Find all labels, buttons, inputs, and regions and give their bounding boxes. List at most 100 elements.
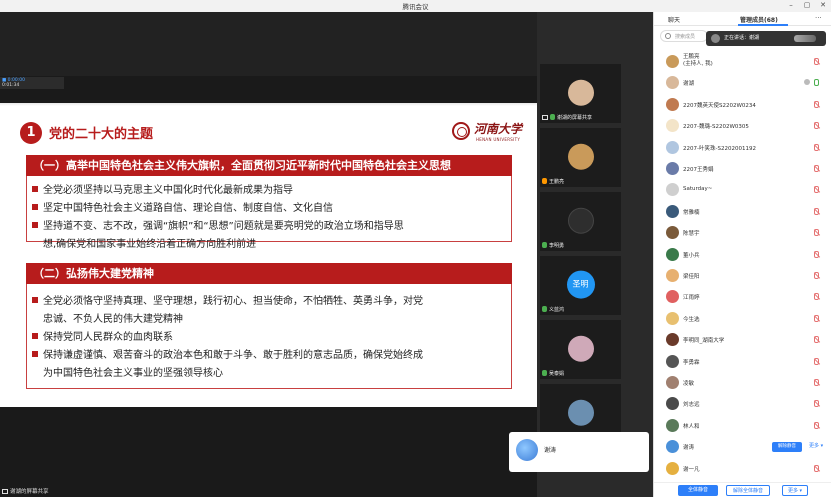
university-logo: 河南大学 HENAN UNIVERSITY (452, 119, 522, 147)
tab-chat[interactable]: 聊天 (668, 15, 680, 24)
mic-muted-icon[interactable] (814, 421, 819, 429)
participant-row[interactable]: 谢涛 解除静音 更多 ▾ (654, 437, 831, 457)
search-icon (665, 33, 671, 39)
bullet-square-icon (32, 222, 38, 228)
unmute-participant-button[interactable]: 解除静音 (772, 442, 802, 453)
participant-row[interactable]: 王鹏亮 (主持人, 我) (654, 52, 831, 72)
participant-name: 刘志远 (683, 402, 700, 409)
mic-muted-icon[interactable] (814, 464, 819, 472)
mic-muted-icon[interactable] (814, 186, 819, 194)
participant-row[interactable]: 陈慧宇 (654, 223, 831, 243)
mic-muted-icon[interactable] (814, 336, 819, 344)
mic-icon (550, 114, 555, 120)
participant-avatar (666, 461, 679, 475)
footer-more-button[interactable]: 更多 ▾ (782, 485, 808, 496)
participant-row[interactable]: 梁佳阳 (654, 266, 831, 286)
participant-row[interactable]: 谢一凡 (654, 459, 831, 479)
close-icon[interactable]: ✕ (817, 1, 829, 9)
minimize-icon[interactable]: – (785, 1, 797, 9)
slide-title: 党的二十大的主题 (49, 127, 154, 142)
section2-bullet: 保持党同人民群众的血肉联系 (32, 329, 502, 347)
panel-footer: 全体静音 解除全体静音 更多 ▾ (654, 482, 831, 497)
participant-avatar (666, 204, 679, 218)
participant-more-link[interactable]: 更多 ▾ (809, 442, 823, 449)
mic-muted-icon[interactable] (814, 314, 819, 322)
participant-avatar (567, 143, 594, 170)
participant-avatar (666, 269, 679, 282)
recording-mini-toolbar[interactable]: ■ 0:00:00 0:01:34 (0, 77, 64, 89)
participant-row[interactable]: 谢湖 (654, 73, 831, 93)
logo-chinese-text: 河南大学 (474, 122, 523, 136)
logo-english-text: HENAN UNIVERSITY (476, 137, 521, 142)
mic-muted-icon[interactable] (814, 58, 819, 65)
participant-name: 董小兵 (683, 252, 700, 259)
participant-name: 2207-叶笑珠-S2202001192 (683, 145, 756, 152)
video-tile[interactable]: 谢湖的屏幕共享 (540, 64, 621, 123)
video-tile-label: 王鹏亮 (542, 178, 564, 185)
participant-avatar (666, 97, 679, 111)
participant-avatar (666, 76, 679, 90)
participant-row[interactable]: 董小兵 (654, 245, 831, 265)
participant-row[interactable]: 常雅楠 (654, 202, 831, 222)
self-view-card[interactable]: 谢涛 (509, 432, 649, 472)
participant-avatar: 圣明 (566, 270, 595, 299)
mic-icon (542, 306, 547, 312)
participant-avatar (666, 333, 679, 347)
university-seal-icon (452, 122, 470, 140)
participant-row[interactable]: 李明同_湖南大学 (654, 330, 831, 350)
mic-icon (542, 242, 547, 248)
participant-row[interactable]: Saturday~ (654, 180, 831, 200)
mic-muted-icon[interactable] (814, 293, 819, 301)
camera-icon[interactable] (804, 79, 810, 86)
mic-muted-icon[interactable] (814, 250, 819, 258)
member-search-input[interactable]: 搜索成员 (660, 30, 708, 42)
participant-row[interactable]: 2207魏英天使S2202W0234 (654, 95, 831, 115)
participant-avatar (666, 354, 679, 368)
maximize-icon[interactable]: ▢ (801, 1, 813, 9)
participant-row[interactable]: 2207王秀娟 (654, 159, 831, 179)
video-tile[interactable]: 圣明 义蓝鸿 (540, 256, 621, 315)
participant-avatar (666, 119, 679, 133)
mic-muted-icon[interactable] (814, 143, 819, 151)
mute-all-button[interactable]: 全体静音 (678, 485, 718, 496)
unmute-all-button[interactable]: 解除全体静音 (726, 485, 770, 496)
more-options-icon[interactable]: ··· (815, 14, 822, 22)
participant-row[interactable]: 凌敏 (654, 373, 831, 393)
mic-muted-icon[interactable] (814, 379, 819, 386)
mic-muted-icon[interactable] (814, 272, 819, 279)
mic-muted-icon[interactable] (814, 100, 819, 108)
mic-muted-icon[interactable] (814, 357, 819, 365)
self-avatar (516, 439, 538, 461)
participant-row[interactable]: 林人和 (654, 416, 831, 436)
speaker-avatar (711, 34, 720, 43)
video-tile[interactable]: 吴泰娟 (540, 320, 621, 379)
participant-row[interactable]: 今生选 (654, 309, 831, 329)
participant-row[interactable]: 2207-魏璐-S2202W0305 (654, 116, 831, 136)
tab-members[interactable]: 管理成员(68) (740, 15, 778, 24)
participant-name: 凌敏 (683, 381, 695, 387)
video-tile[interactable]: 李明勇 (540, 192, 621, 251)
mic-muted-icon[interactable] (814, 165, 819, 172)
mic-muted-icon[interactable] (814, 229, 819, 237)
bullet-square-icon (32, 297, 38, 303)
participant-avatar (567, 335, 594, 362)
participant-name: 王鹏亮 (主持人, 我) (683, 54, 713, 67)
participant-row[interactable]: 刘志远 (654, 394, 831, 414)
participant-name: 谢湖 (683, 81, 695, 88)
participant-name: 谢一凡 (683, 466, 700, 473)
speaking-toast: 正在讲话：谢湖 (706, 31, 826, 46)
participant-row[interactable]: 江雨婷 (654, 287, 831, 307)
mic-muted-icon[interactable] (814, 207, 819, 215)
participant-row[interactable]: 李勇霖 (654, 352, 831, 372)
mic-muted-icon[interactable] (814, 122, 819, 130)
mic-muted-icon[interactable] (814, 400, 819, 408)
participant-row[interactable]: 2207-叶笑珠-S2202001192 (654, 138, 831, 158)
participant-avatar (666, 376, 679, 389)
bullet-square-icon (32, 333, 38, 339)
participant-name: Saturday~ (683, 186, 713, 193)
mic-icon[interactable] (814, 79, 819, 87)
participant-avatar (666, 290, 679, 304)
slide-top-shadow (0, 103, 537, 106)
video-tile[interactable]: 王鹏亮 (540, 128, 621, 187)
section2-heading: （二）弘扬伟大建党精神 (26, 263, 512, 284)
